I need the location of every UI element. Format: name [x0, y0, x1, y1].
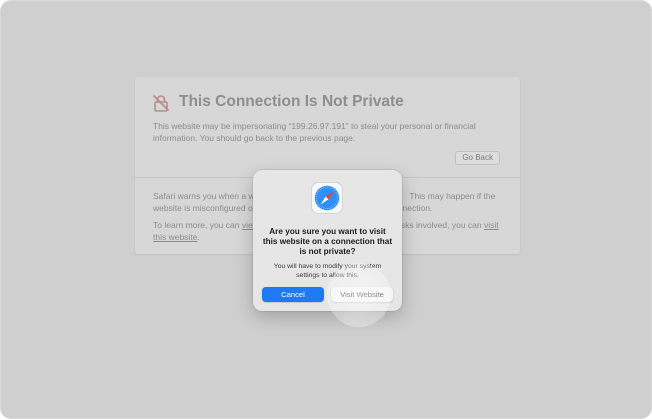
details-text: website is misconfigured or [153, 203, 256, 213]
visit-website-button[interactable]: Visit Website [331, 287, 393, 302]
go-back-button[interactable]: Go Back [455, 151, 500, 165]
confirm-visit-dialog: Are you sure you want to visit this webs… [253, 170, 402, 311]
details-text: nection. [402, 203, 433, 213]
learn-more-text: sks involved, you can [400, 220, 484, 230]
lock-slash-icon [152, 94, 170, 112]
visit-website-link-cont[interactable]: this website [153, 232, 197, 242]
learn-more-text: To learn more, you can [153, 220, 242, 230]
visit-website-link[interactable]: visit [484, 220, 499, 230]
details-text: Safari warns you when a we [153, 191, 260, 201]
warning-title: This Connection Is Not Private [179, 93, 404, 110]
browser-window: This Connection Is Not Private This webs… [1, 1, 651, 418]
safari-compass-icon [311, 182, 343, 214]
dialog-message: You will have to modify your system sett… [273, 263, 382, 279]
warning-description: This website may be impersonating “199.2… [153, 121, 476, 143]
dialog-title: Are you sure you want to visit this webs… [262, 227, 393, 256]
warning-header: This Connection Is Not Private This webs… [135, 77, 520, 177]
learn-more-text: . [197, 232, 200, 242]
details-text: This may happen if the [409, 191, 496, 201]
cancel-button[interactable]: Cancel [262, 287, 324, 302]
